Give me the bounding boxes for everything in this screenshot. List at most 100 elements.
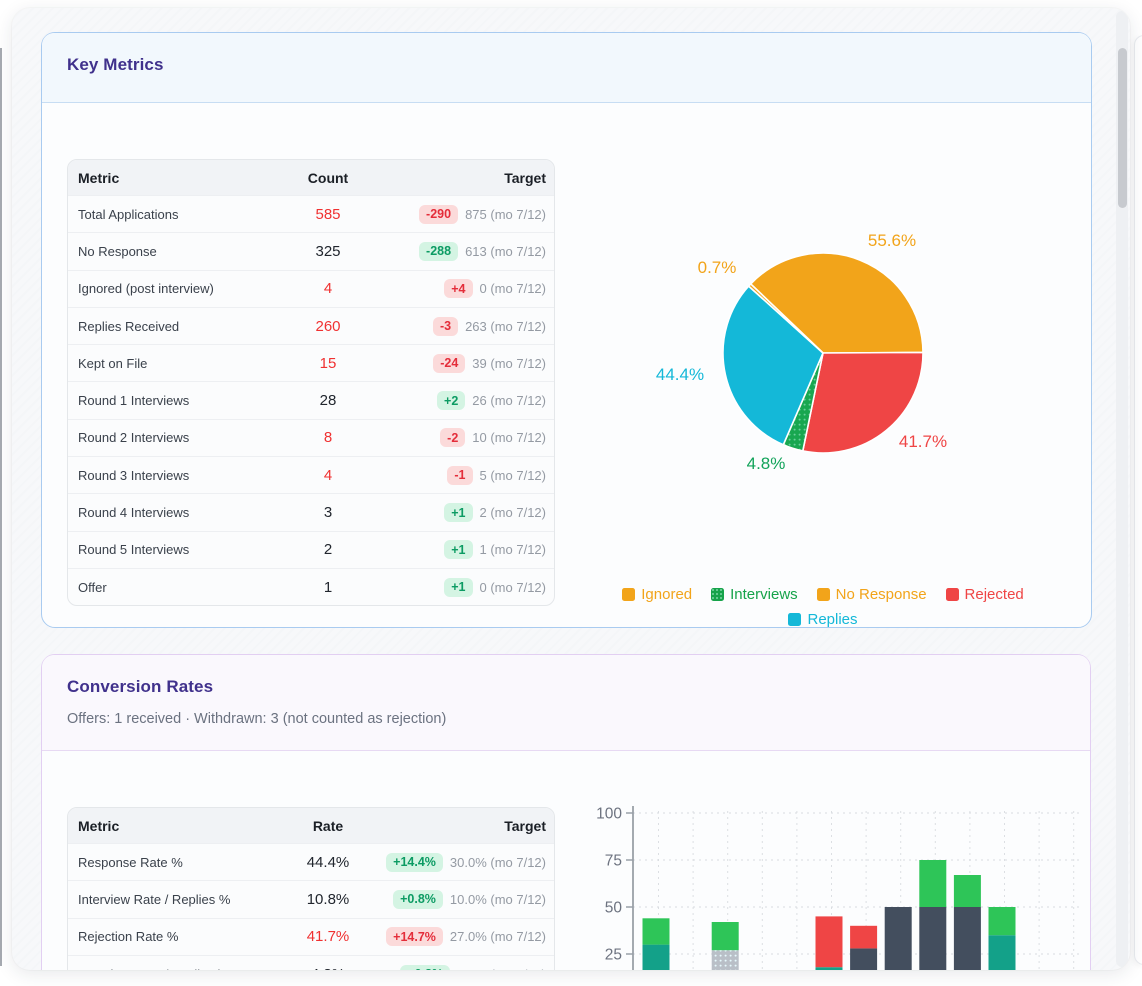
target-cell: -3 263 (mo 7/12)	[398, 317, 555, 336]
key-metrics-table: MetricCountTargetTotal Applications585-2…	[67, 159, 555, 606]
target-value: 0 (mo 7/12)	[480, 281, 546, 296]
column-header: Rate	[258, 818, 398, 834]
pie-legend-row1: Ignored Interviews No Response Rejected	[543, 586, 1103, 603]
scrollbar-thumb[interactable]	[1118, 48, 1127, 208]
legend-item-interviews[interactable]: Interviews	[711, 586, 798, 603]
metric-cell: Round 4 Interviews	[68, 505, 258, 520]
metric-cell: Round 2 Interviews	[68, 430, 258, 445]
table-row: Rejection Rate %41.7%+14.7%27.0% (mo 7/1…	[68, 918, 554, 955]
target-cell: +1 1 (mo 7/12)	[398, 540, 555, 559]
legend-swatch	[946, 588, 959, 601]
target-value: 875 (mo 7/12)	[465, 207, 546, 222]
delta-badge: +14.4%	[386, 853, 443, 872]
column-header: Target	[398, 818, 555, 834]
conversion-rates-card: Conversion Rates Offers: 1 received · Wi…	[41, 654, 1091, 970]
column-header: Metric	[68, 170, 258, 186]
table-row: Round 1 Interviews28+226 (mo 7/12)	[68, 381, 554, 418]
delta-badge: +1	[444, 503, 472, 522]
pie-percent-label: 41.7%	[899, 432, 947, 452]
pie-percent-label: 44.4%	[656, 365, 704, 385]
legend-label: Ignored	[641, 586, 692, 603]
next-panel-edge	[1134, 35, 1142, 965]
metric-cell: Replies Received	[68, 319, 258, 334]
stacked-bar-chart: 100755025	[589, 799, 1089, 970]
value-cell: 585	[258, 206, 398, 223]
bar-segment-green	[643, 918, 670, 944]
bar-segment-green	[919, 860, 946, 907]
target-value: 263 (mo 7/12)	[465, 319, 546, 334]
bar-segment-gray_dotted	[712, 950, 739, 970]
pie-chart	[713, 243, 933, 463]
metric-cell: Kept on File	[68, 356, 258, 371]
key-metrics-card: Key Metrics MetricCountTargetTotal Appli…	[41, 32, 1092, 628]
legend-label: Replies	[807, 611, 857, 628]
metric-cell: Interview Rate / Replies %	[68, 892, 258, 907]
target-value: 1 (mo 7/12)	[480, 542, 546, 557]
y-axis-label: 25	[605, 947, 622, 964]
bar-segment-green	[712, 922, 739, 950]
target-cell: +14.7%27.0% (mo 7/12)	[398, 927, 555, 946]
target-value: 10.0% (mo 7/12)	[450, 892, 546, 907]
legend-item-no-response[interactable]: No Response	[817, 586, 927, 603]
delta-badge: -290	[419, 205, 458, 224]
column-header: Target	[398, 170, 555, 186]
delta-badge: +2	[437, 391, 465, 410]
delta-badge: +1	[444, 540, 472, 559]
table-row: Replies Received260-3263 (mo 7/12)	[68, 307, 554, 344]
column-header: Metric	[68, 818, 258, 834]
delta-badge: -24	[433, 354, 465, 373]
target-cell: -15 (mo 7/12)	[398, 466, 555, 485]
target-value: 39 (mo 7/12)	[472, 356, 546, 371]
table-row: Kept on File15-2439 (mo 7/12)	[68, 344, 554, 381]
target-cell: +0.8%10.0% (mo 7/12)	[398, 890, 555, 909]
bar-segment-teal	[816, 967, 843, 970]
table-header-row: MetricCountTarget	[68, 160, 554, 195]
target-value: 27.0% (mo 7/12)	[450, 929, 546, 944]
table-row: Round 2 Interviews8-210 (mo 7/12)	[68, 419, 554, 456]
legend-label: Interviews	[730, 586, 798, 603]
table-row: Round 3 Interviews4-15 (mo 7/12)	[68, 456, 554, 493]
legend-item-replies[interactable]: Replies	[788, 611, 857, 628]
delta-badge: +4	[444, 279, 472, 298]
conversion-rates-title: Conversion Rates	[67, 677, 213, 697]
metric-cell: Ignored (post interview)	[68, 281, 258, 296]
legend-swatch	[711, 588, 724, 601]
bar-segment-teal	[643, 945, 670, 970]
target-value: 4.0% (mo 7/12)	[457, 967, 546, 970]
y-axis-label: 100	[596, 806, 622, 823]
metric-cell: Rejection Rate %	[68, 929, 258, 944]
value-cell: 4.8%	[258, 966, 398, 970]
dashboard-panel: Key Metrics MetricCountTargetTotal Appli…	[12, 8, 1130, 970]
table-row: Response Rate %44.4%+14.4%30.0% (mo 7/12…	[68, 843, 554, 880]
bar-segment-dark	[919, 907, 946, 970]
metric-cell: Round 3 Interviews	[68, 468, 258, 483]
bar-segment-teal	[989, 935, 1016, 970]
value-cell: 3	[258, 504, 398, 521]
legend-item-rejected[interactable]: Rejected	[946, 586, 1024, 603]
metric-cell: Interview Rate / Applications %	[68, 967, 258, 970]
target-value: 613 (mo 7/12)	[465, 244, 546, 259]
value-cell: 28	[258, 392, 398, 409]
bar-segment-green	[954, 875, 981, 907]
target-value: 2 (mo 7/12)	[480, 505, 546, 520]
table-row: Ignored (post interview)4+40 (mo 7/12)	[68, 270, 554, 307]
legend-swatch	[817, 588, 830, 601]
delta-badge: -3	[433, 317, 458, 336]
legend-swatch	[622, 588, 635, 601]
metric-cell: Offer	[68, 580, 258, 595]
legend-item-ignored[interactable]: Ignored	[622, 586, 692, 603]
target-cell: +226 (mo 7/12)	[398, 391, 555, 410]
table-row: Interview Rate / Replies %10.8%+0.8%10.0…	[68, 880, 554, 917]
window-edge-line	[0, 48, 2, 966]
target-cell: -290 875 (mo 7/12)	[398, 205, 555, 224]
y-axis-label: 50	[605, 900, 623, 917]
target-value: 30.0% (mo 7/12)	[450, 855, 546, 870]
delta-badge: +1	[444, 578, 472, 597]
delta-badge: -288	[419, 242, 458, 261]
delta-badge: -2	[440, 428, 465, 447]
conversion-rates-header: Conversion Rates Offers: 1 received · Wi…	[42, 655, 1090, 751]
table-header-row: MetricRateTarget	[68, 808, 554, 843]
bar-segment-red	[850, 926, 877, 949]
value-cell: 44.4%	[258, 854, 398, 871]
bar-segment-dark	[954, 907, 981, 970]
